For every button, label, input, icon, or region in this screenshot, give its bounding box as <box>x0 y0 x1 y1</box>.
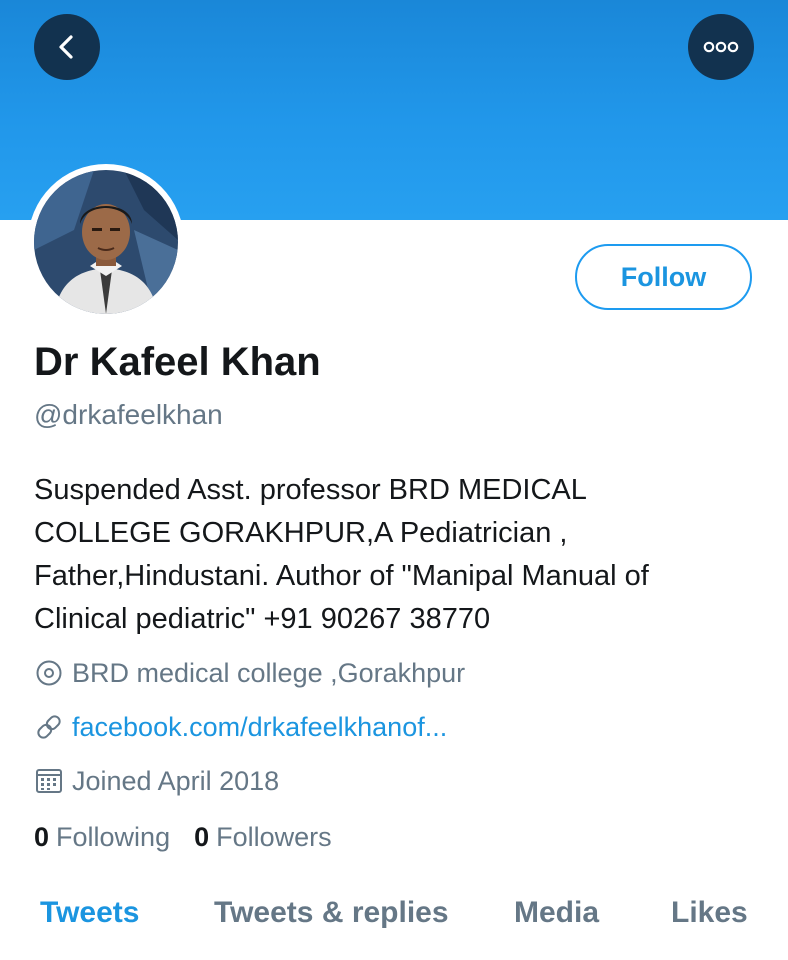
profile-website: facebook.com/drkafeelkhanof... <box>34 709 447 745</box>
tab-media[interactable]: Media <box>514 896 599 930</box>
followers-count[interactable]: 0 Followers <box>194 822 332 853</box>
following-number: 0 <box>34 822 50 852</box>
back-button[interactable] <box>34 14 100 80</box>
bio-line: Suspended Asst. professor BRD MEDICAL <box>34 474 587 506</box>
following-count[interactable]: 0 Following <box>34 822 170 853</box>
avatar[interactable] <box>28 164 184 320</box>
tab-tweets[interactable]: Tweets <box>40 896 139 930</box>
profile-stats: 0 Following 0 Followers <box>34 822 356 853</box>
ellipsis-icon <box>703 41 739 53</box>
link-icon <box>34 712 64 742</box>
more-options-button[interactable] <box>688 14 754 80</box>
tab-tweets-and-replies[interactable]: Tweets & replies <box>214 896 449 930</box>
location-text: BRD medical college ,Gorakhpur <box>72 657 466 688</box>
location-pin-icon <box>34 658 64 688</box>
profile-name: Dr Kafeel Khan <box>34 340 321 384</box>
profile-handle: @drkafeelkhan <box>34 399 223 430</box>
following-label: Following <box>56 822 171 852</box>
followers-number: 0 <box>194 822 210 852</box>
calendar-icon <box>34 766 64 796</box>
bio-line: Clinical pediatric" +91 90267 38770 <box>34 603 491 635</box>
profile-bio: Suspended Asst. professor BRD MEDICAL CO… <box>34 469 754 641</box>
bio-line: Father,Hindustani. Author of "Manipal Ma… <box>34 560 649 592</box>
profile-joined-date: Joined April 2018 <box>34 763 279 799</box>
follow-button[interactable]: Follow <box>575 244 752 310</box>
profile-photo <box>34 170 178 314</box>
joined-text: Joined April 2018 <box>72 765 280 796</box>
bio-line: COLLEGE GORAKHPUR,A Pediatrician , <box>34 517 568 549</box>
profile-location: BRD medical college ,Gorakhpur <box>34 655 465 691</box>
profile-tabs: Tweets Tweets & replies Media Likes <box>0 896 788 946</box>
tab-likes[interactable]: Likes <box>671 896 748 930</box>
followers-label: Followers <box>216 822 332 852</box>
chevron-left-icon <box>52 32 82 62</box>
website-link[interactable]: facebook.com/drkafeelkhanof... <box>72 712 447 743</box>
